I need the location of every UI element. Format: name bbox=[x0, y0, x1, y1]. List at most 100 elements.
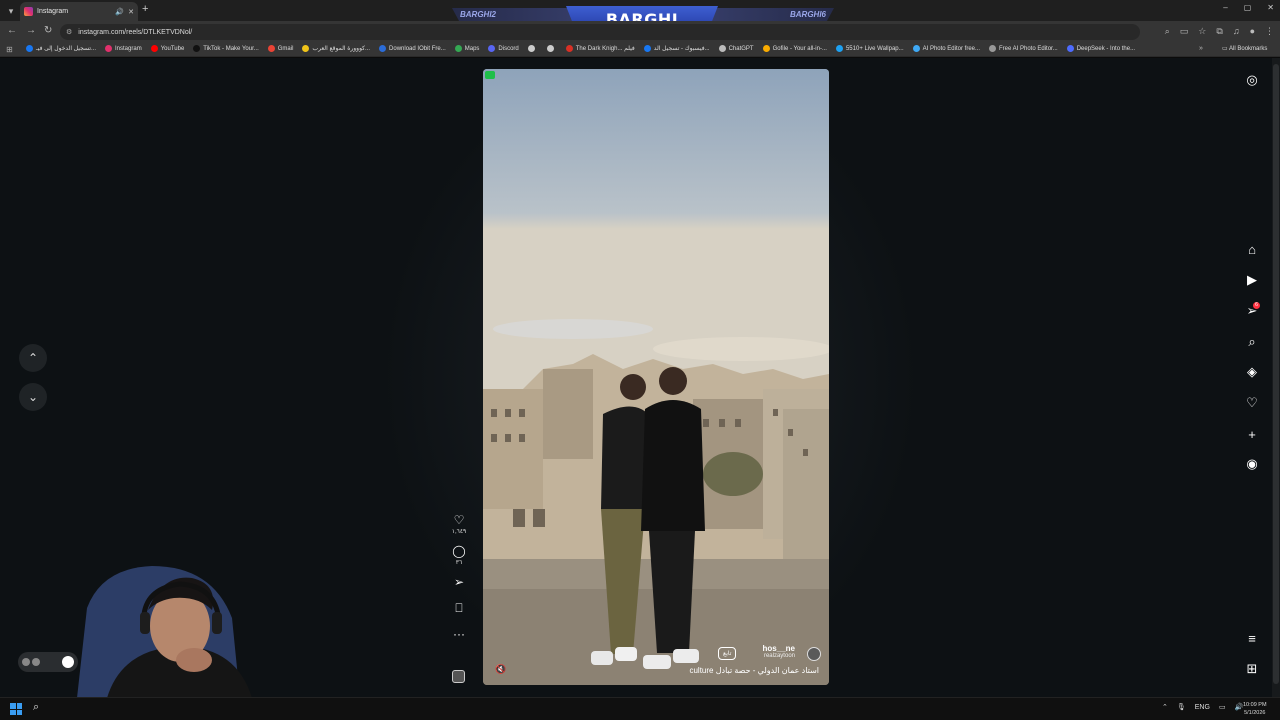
bookmark-item[interactable]: ChatGPT bbox=[718, 45, 754, 52]
close-tab-icon[interactable]: ✕ bbox=[128, 8, 134, 16]
instagram-favicon-icon bbox=[24, 7, 33, 16]
bookmark-favicon-icon bbox=[1066, 45, 1074, 52]
bookmark-item[interactable]: Instagram bbox=[105, 45, 142, 52]
bookmark-item[interactable]: 5510+ Live Wallpap... bbox=[835, 45, 904, 52]
bookmark-label: تسجيل الدخول إلى فيـ... bbox=[36, 46, 97, 52]
messages-icon[interactable]: ➢ 6 bbox=[1242, 301, 1262, 321]
bookmark-item[interactable]: YouTube bbox=[150, 45, 184, 52]
bookmark-list: تسجيل الدخول إلى فيـ... Instagram YouTube T… bbox=[26, 45, 1135, 52]
extensions-icon[interactable]: ⧉ bbox=[1216, 26, 1222, 37]
tab-title: Instagram bbox=[37, 8, 69, 15]
comment-action[interactable]: ◯ ٣٦ bbox=[452, 544, 465, 566]
bookmark-item[interactable]: تسجيل الدخول إلى فيـ... bbox=[26, 45, 96, 52]
bookmark-item[interactable]: فيسبوك - تسجيل الد... bbox=[643, 45, 710, 52]
bookmark-favicon-icon bbox=[718, 45, 726, 52]
all-bookmarks[interactable]: ▭ All Bookmarks bbox=[1222, 45, 1267, 52]
bookmark-item[interactable]: DeepSeek - Into the... bbox=[1066, 45, 1135, 52]
bookmark-label: 5510+ Live Wallpap... bbox=[845, 45, 904, 52]
tray-chevron-icon[interactable]: ⌃ bbox=[1162, 703, 1168, 711]
back-arrow-icon[interactable]: ← bbox=[7, 25, 17, 36]
bookmark-item[interactable]: Maps bbox=[454, 45, 479, 52]
microphone-icon[interactable]: 🎙 bbox=[1177, 703, 1186, 711]
tab-search-icon[interactable]: ▾ bbox=[4, 4, 18, 18]
bookmark-label: فيسبوك - تسجيل الد... bbox=[653, 46, 710, 52]
mute-icon[interactable]: 🔇 bbox=[495, 664, 506, 675]
like-count: ١,٦٤٩ bbox=[451, 529, 467, 535]
home-icon[interactable]: ⌂ bbox=[1242, 239, 1262, 259]
save-action[interactable]: ⎕ bbox=[455, 601, 462, 615]
more-bookmarks-icon[interactable]: » bbox=[1199, 45, 1203, 52]
bookmark-item[interactable] bbox=[546, 45, 557, 52]
bookmark-favicon-icon bbox=[565, 45, 573, 52]
bookmark-item[interactable]: TikTok - Make Your... bbox=[193, 45, 259, 52]
bookmark-item[interactable]: Discord bbox=[488, 45, 519, 52]
scrollbar-thumb[interactable] bbox=[1273, 64, 1279, 684]
create-plus-icon[interactable]: + bbox=[1242, 424, 1262, 444]
bookmark-favicon-icon bbox=[546, 45, 554, 52]
recording-indicator bbox=[485, 71, 495, 79]
reel-user-info: hos__ne realzaytoon bbox=[763, 644, 795, 659]
reel-video[interactable]: 🔇 تابع hos__ne realzaytoon culture استاد… bbox=[483, 69, 829, 685]
reel-avatar[interactable] bbox=[807, 647, 821, 661]
audio-username[interactable]: realzaytoon bbox=[763, 653, 795, 659]
cast-icon[interactable]: ▭ bbox=[1180, 26, 1189, 37]
bookmark-label: Gofile - Your all-in-... bbox=[772, 45, 827, 52]
audio-thumbnail[interactable] bbox=[452, 670, 465, 683]
notifications-heart-icon[interactable]: ♡ bbox=[1242, 393, 1262, 413]
reel-username[interactable]: hos__ne bbox=[763, 644, 795, 653]
new-tab-button[interactable]: + bbox=[142, 3, 148, 15]
previous-reel-button[interactable]: ⌃ bbox=[19, 344, 47, 372]
clock-time: 10:09 PM bbox=[1243, 702, 1267, 708]
page-scrollbar[interactable] bbox=[1272, 58, 1280, 697]
bookmark-item[interactable]: Gmail bbox=[267, 45, 293, 52]
comment-count: ٣٦ bbox=[455, 560, 463, 566]
reels-icon[interactable]: ▶ bbox=[1242, 270, 1262, 290]
close-window-button[interactable]: ✕ bbox=[1267, 3, 1274, 12]
tab-instagram[interactable]: Instagram 🔊 ✕ bbox=[20, 2, 138, 21]
bookmark-favicon-icon bbox=[643, 45, 651, 52]
site-info-icon[interactable]: ⚙ bbox=[66, 28, 72, 36]
bookmark-item[interactable]: Gofile - Your all-in-... bbox=[762, 45, 827, 52]
menu-icon[interactable]: ⋮ bbox=[1265, 26, 1274, 37]
maximize-button[interactable]: ▢ bbox=[1244, 3, 1252, 12]
apps-icon[interactable]: ⊞ bbox=[1242, 659, 1262, 679]
volume-icon[interactable]: 🔊 bbox=[1235, 703, 1244, 711]
bookmark-label: Download IObit Fre... bbox=[389, 45, 446, 52]
more-options[interactable]: ··· bbox=[453, 627, 465, 641]
profile-icon[interactable]: ● bbox=[1250, 26, 1255, 37]
language-indicator[interactable]: ENG bbox=[1195, 704, 1210, 711]
follow-button[interactable]: تابع bbox=[718, 647, 737, 660]
like-action[interactable]: ♡ ١,٦٤٩ bbox=[452, 513, 467, 535]
share-action[interactable]: ➢ bbox=[454, 575, 464, 589]
bookmark-item[interactable]: Download IObit Fre... bbox=[379, 45, 446, 52]
star-icon[interactable]: ☆ bbox=[1198, 26, 1206, 37]
bookmark-item[interactable]: Free AI Photo Editor... bbox=[989, 45, 1058, 52]
zoom-icon[interactable]: ⌕ bbox=[1165, 26, 1170, 37]
forward-arrow-icon[interactable]: → bbox=[26, 25, 36, 36]
bookmark-favicon-icon bbox=[105, 45, 113, 52]
address-bar[interactable]: ⚙ instagram.com/reels/DTLKETVDNol/ bbox=[60, 24, 1140, 40]
network-icon[interactable]: ▭ bbox=[1219, 703, 1226, 711]
bookmark-item[interactable]: AI Photo Editor free... bbox=[912, 45, 980, 52]
speaker-icon[interactable]: 🔊 bbox=[115, 8, 124, 16]
windows-start-icon[interactable] bbox=[10, 703, 22, 715]
explore-icon[interactable]: ◈ bbox=[1242, 362, 1262, 382]
bookmark-item[interactable] bbox=[527, 45, 538, 52]
notification-badge: 6 bbox=[1253, 302, 1260, 309]
next-reel-button[interactable]: ⌄ bbox=[19, 383, 47, 411]
more-dots-icon: ··· bbox=[453, 627, 465, 641]
apps-grid-icon[interactable]: ⊞ bbox=[6, 45, 13, 54]
media-icon[interactable]: ♫ bbox=[1233, 26, 1240, 37]
taskbar-clock[interactable]: 10:09 PM 5/1/2026 bbox=[1243, 701, 1267, 717]
reload-icon[interactable]: ↻ bbox=[44, 25, 52, 36]
taskbar-search-icon[interactable]: ⌕ bbox=[33, 701, 39, 714]
webcam-person-image bbox=[77, 566, 252, 698]
bookmark-item[interactable]: The Dark Knigh... فيلم bbox=[565, 45, 635, 52]
minimize-button[interactable]: – bbox=[1223, 3, 1227, 12]
menu-lines-icon[interactable]: ≡ bbox=[1242, 628, 1262, 648]
profile-avatar-icon[interactable]: ◉ bbox=[1242, 454, 1262, 474]
bookmark-favicon-icon bbox=[150, 45, 158, 52]
bookmark-item[interactable]: كووورة الموقع العرب... bbox=[302, 45, 370, 52]
search-icon[interactable]: ⌕ bbox=[1242, 332, 1262, 352]
instagram-logo-icon[interactable]: ◎ bbox=[1242, 70, 1262, 90]
